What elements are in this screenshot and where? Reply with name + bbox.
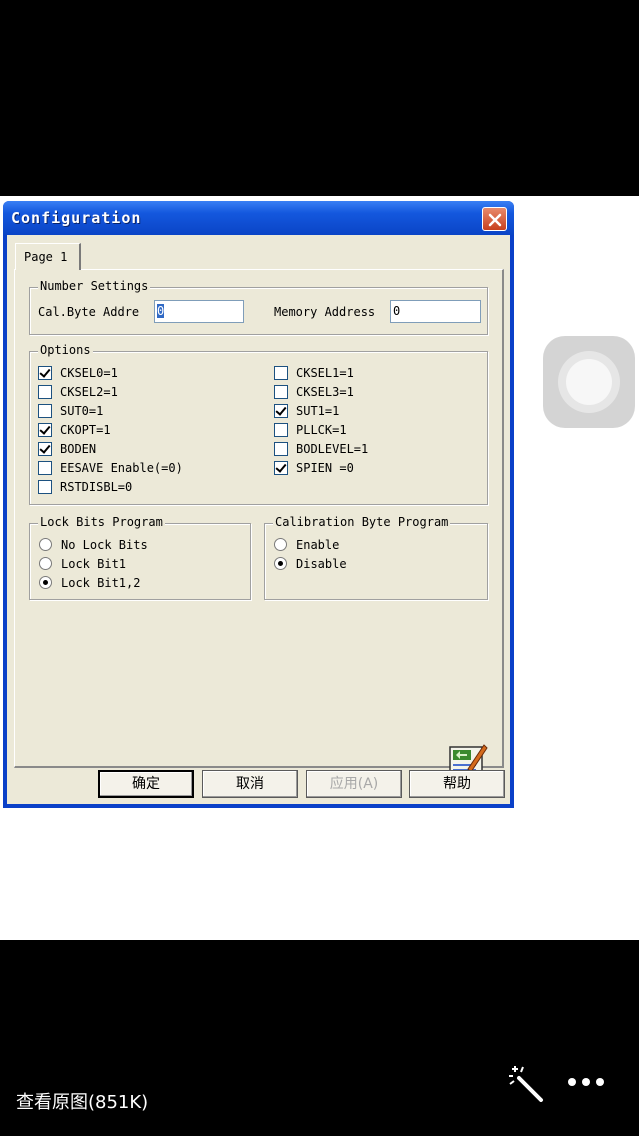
close-button[interactable] bbox=[482, 207, 507, 231]
option-label: BODEN bbox=[60, 442, 97, 456]
radio-enable[interactable] bbox=[274, 538, 287, 551]
checkbox-sut0[interactable] bbox=[38, 404, 52, 418]
memory-address-label: Memory Address bbox=[274, 305, 376, 319]
more-dot bbox=[596, 1078, 604, 1086]
checkbox-bodlevel[interactable] bbox=[274, 442, 288, 456]
apply-button[interactable]: 应用(A) bbox=[306, 770, 402, 798]
radio-lock-bit1[interactable] bbox=[39, 557, 52, 570]
radio-label: Lock Bit1 bbox=[61, 557, 127, 571]
memory-address-value: 0 bbox=[393, 304, 401, 318]
option-label: CKSEL0=1 bbox=[60, 366, 118, 380]
more-dot bbox=[568, 1078, 576, 1086]
radio-lock-bit12[interactable] bbox=[39, 576, 52, 589]
radio-disable[interactable] bbox=[274, 557, 287, 570]
option-label: CKSEL1=1 bbox=[296, 366, 354, 380]
help-button[interactable]: 帮助 bbox=[409, 770, 505, 798]
lock-bits-title: Lock Bits Program bbox=[38, 515, 165, 529]
checkbox-boden[interactable] bbox=[38, 442, 52, 456]
checkbox-sut1[interactable] bbox=[274, 404, 288, 418]
close-icon bbox=[488, 213, 502, 227]
option-label: SUT0=1 bbox=[60, 404, 104, 418]
radio-label: Disable bbox=[296, 557, 347, 571]
options-group: Options CKSEL0=1 CKSEL2=1 SUT0=1 CKOPT=1… bbox=[29, 343, 488, 505]
checkbox-spien[interactable] bbox=[274, 461, 288, 475]
option-label: EESAVE Enable(=0) bbox=[60, 461, 183, 475]
number-settings-group: Number Settings Cal.Byte Addre 0 Memory … bbox=[29, 279, 488, 335]
magic-wand-icon[interactable] bbox=[507, 1064, 545, 1102]
radio-label: Enable bbox=[296, 538, 340, 552]
more-icon[interactable] bbox=[568, 1078, 604, 1086]
option-label: PLLCK=1 bbox=[296, 423, 347, 437]
radio-no-lock-bits[interactable] bbox=[39, 538, 52, 551]
cal-byte-label: Cal.Byte Addre bbox=[38, 305, 140, 319]
checkbox-ckseL0[interactable] bbox=[38, 366, 52, 380]
cal-byte-value: 0 bbox=[157, 304, 165, 318]
radio-label: No Lock Bits bbox=[61, 538, 148, 552]
cancel-button[interactable]: 取消 bbox=[202, 770, 298, 798]
radio-label: Lock Bit1,2 bbox=[61, 576, 141, 590]
option-label: RSTDISBL=0 bbox=[60, 480, 133, 494]
view-original-link[interactable]: 查看原图(851K) bbox=[16, 1088, 148, 1114]
configuration-dialog: Configuration Page 1 Number Settings Cal… bbox=[3, 201, 514, 808]
option-label: SPIEN =0 bbox=[296, 461, 354, 475]
dialog-title: Configuration bbox=[11, 209, 142, 227]
option-label: CKSEL3=1 bbox=[296, 385, 354, 399]
options-title: Options bbox=[38, 343, 93, 357]
more-dot bbox=[582, 1078, 590, 1086]
option-label: BODLEVEL=1 bbox=[296, 442, 369, 456]
dialog-client-area: Page 1 Number Settings Cal.Byte Addre 0 … bbox=[7, 235, 510, 804]
option-label: CKSEL2=1 bbox=[60, 385, 118, 399]
calibration-group: Calibration Byte Program Enable Disable bbox=[264, 515, 488, 600]
checkbox-pllck[interactable] bbox=[274, 423, 288, 437]
cal-byte-input[interactable]: 0 bbox=[154, 300, 244, 323]
checkbox-cksel3[interactable] bbox=[274, 385, 288, 399]
lock-bits-group: Lock Bits Program No Lock Bits Lock Bit1… bbox=[29, 515, 251, 600]
memory-address-input[interactable]: 0 bbox=[390, 300, 481, 323]
calibration-title: Calibration Byte Program bbox=[273, 515, 451, 529]
dialog-titlebar[interactable]: Configuration bbox=[3, 201, 514, 235]
ok-button[interactable]: 确定 bbox=[98, 770, 194, 798]
assistive-touch-button[interactable] bbox=[543, 336, 635, 428]
checkbox-cksel2[interactable] bbox=[38, 385, 52, 399]
checkbox-cksel1[interactable] bbox=[274, 366, 288, 380]
assistive-touch-center bbox=[566, 359, 612, 405]
tab-label: Page 1 bbox=[24, 250, 68, 264]
tab-page-1[interactable]: Page 1 bbox=[15, 243, 81, 270]
checkbox-ckopt[interactable] bbox=[38, 423, 52, 437]
checkbox-rstdisbl[interactable] bbox=[38, 480, 52, 494]
option-label: CKOPT=1 bbox=[60, 423, 111, 437]
checkbox-eesave[interactable] bbox=[38, 461, 52, 475]
number-settings-title: Number Settings bbox=[38, 279, 151, 293]
option-label: SUT1=1 bbox=[296, 404, 340, 418]
